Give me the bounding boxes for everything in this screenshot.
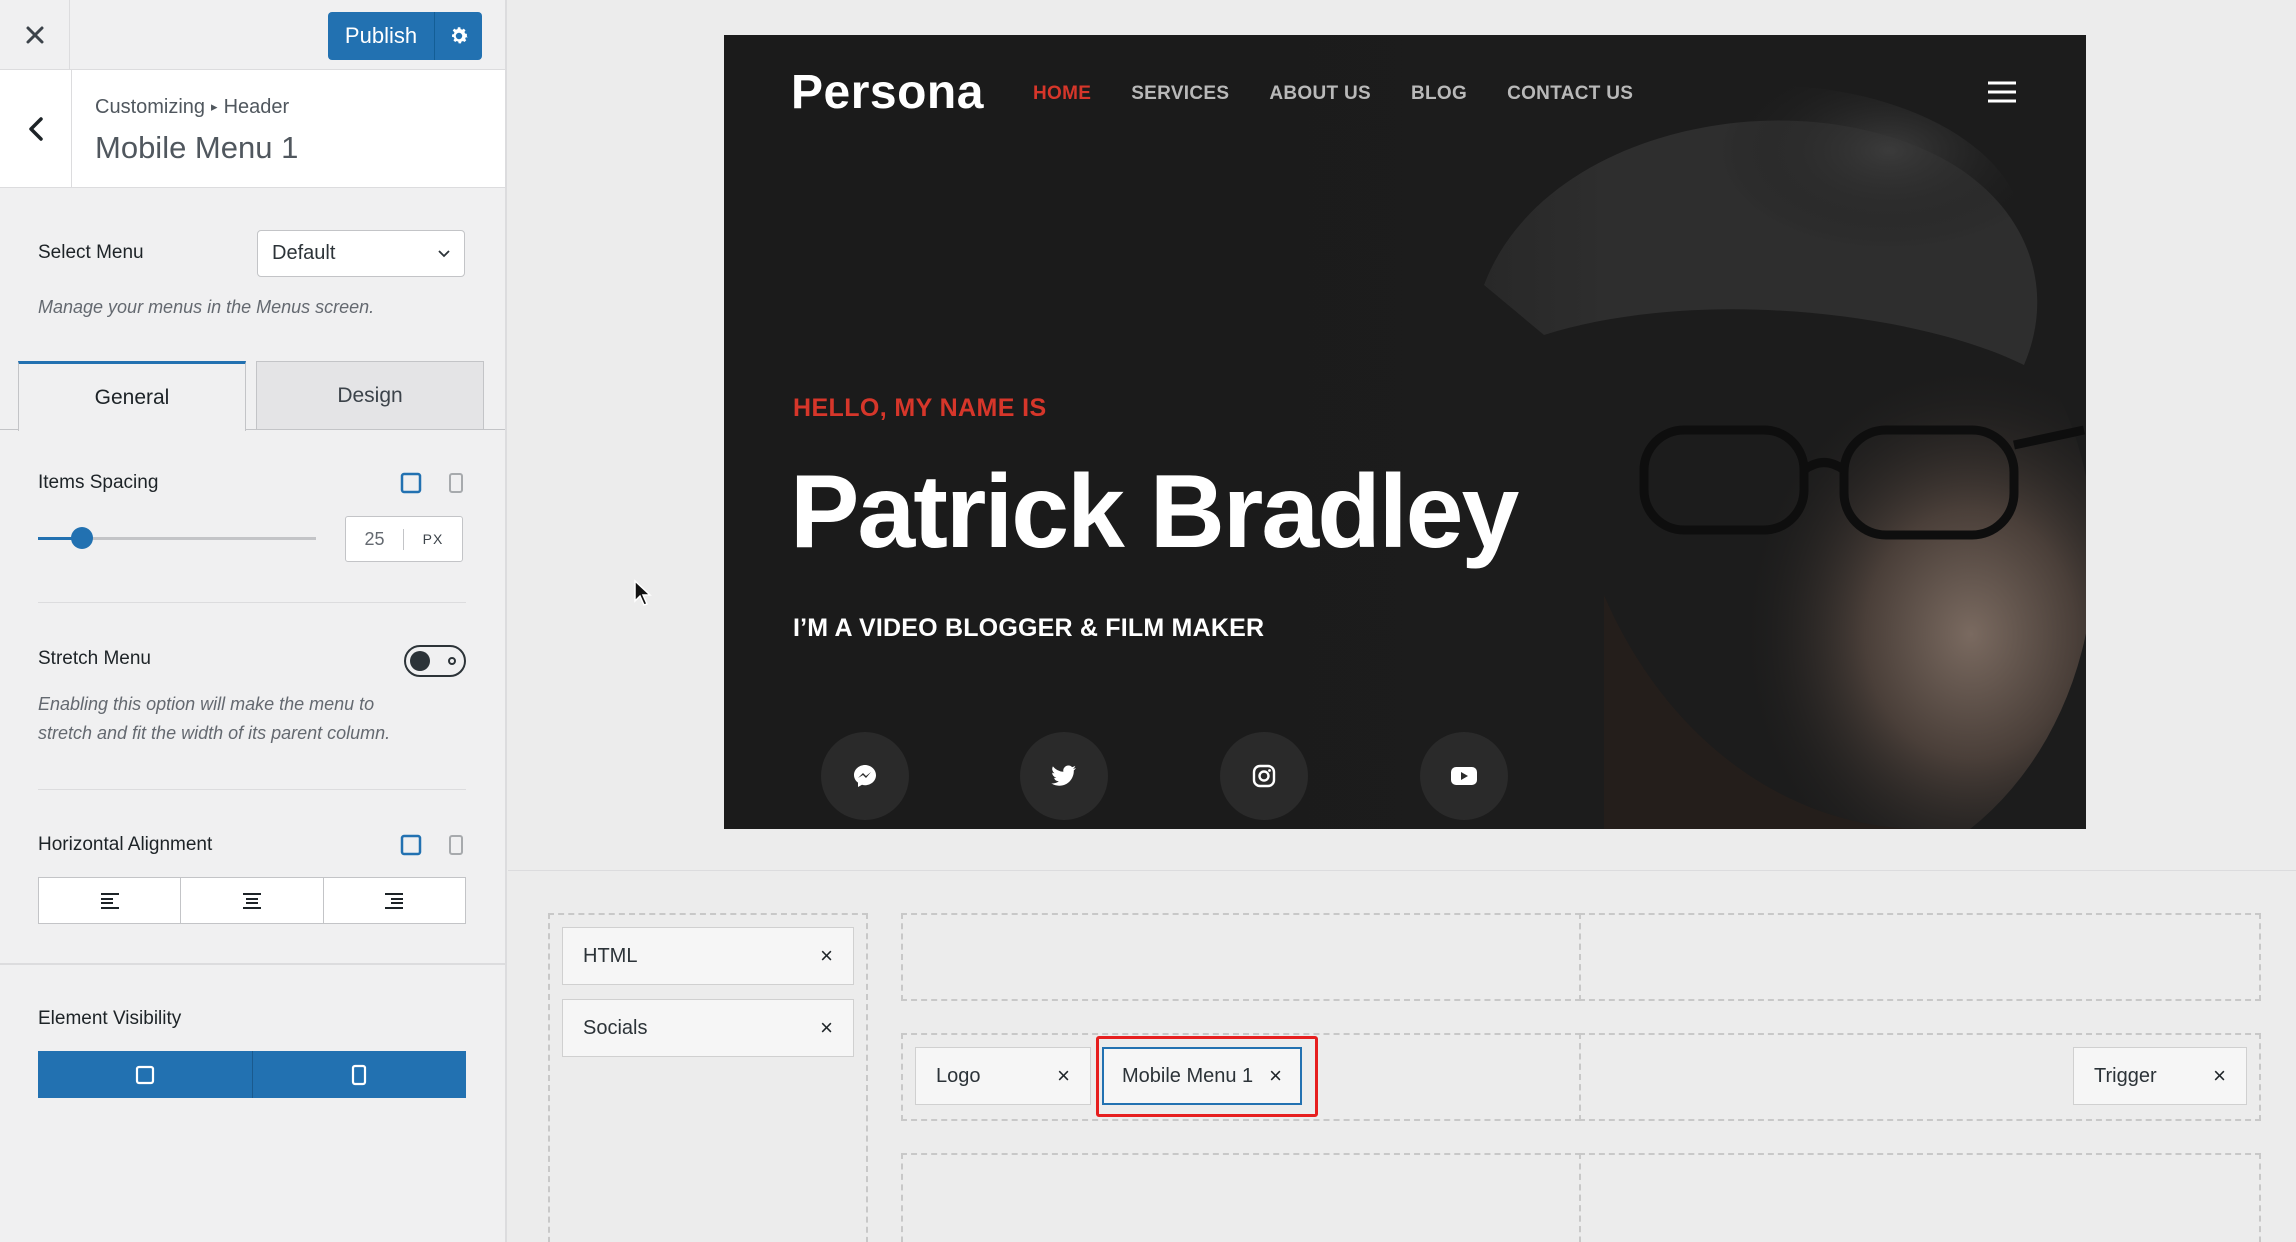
visibility-mobile-button[interactable] — [253, 1051, 467, 1098]
align-center-button[interactable] — [181, 878, 324, 923]
align-right-button[interactable] — [324, 878, 465, 923]
nav-home[interactable]: HOME — [1033, 83, 1091, 105]
builder-row-top-left[interactable] — [901, 913, 1581, 1001]
remove-item-icon[interactable]: × — [2213, 1063, 2226, 1089]
nav-blog[interactable]: BLOG — [1411, 83, 1467, 105]
align-left-icon — [100, 892, 119, 909]
breadcrumb-parent: Customizing — [95, 96, 206, 118]
chevron-down-icon — [438, 249, 450, 257]
close-icon — [26, 26, 43, 44]
header-builder: HTML × Socials × Logo × Mobile Menu 1 × … — [508, 870, 2296, 1242]
publish-settings-button[interactable] — [434, 12, 482, 60]
divider — [38, 789, 466, 790]
close-customizer-button[interactable] — [0, 0, 70, 70]
builder-row-top-right[interactable] — [1579, 913, 2261, 1001]
stretch-menu-desc-line2: stretch and fit the width of its parent … — [38, 723, 391, 743]
hero-subtitle: I’M A VIDEO BLOGGER & FILM MAKER — [793, 614, 1265, 642]
alignment-button-group — [38, 877, 466, 924]
remove-item-icon[interactable]: × — [820, 943, 833, 969]
remove-item-icon[interactable]: × — [820, 1015, 833, 1041]
builder-item-trigger[interactable]: Trigger × — [2073, 1047, 2247, 1105]
stretch-menu-desc-line1: Enabling this option will make the menu … — [38, 694, 375, 714]
youtube-icon — [1451, 767, 1477, 785]
builder-item-label: Trigger — [2094, 1064, 2157, 1087]
element-visibility-label: Element Visibility — [38, 1008, 182, 1029]
builder-item-logo[interactable]: Logo × — [915, 1047, 1091, 1105]
tab-design[interactable]: Design — [256, 361, 484, 430]
instagram-icon — [1252, 764, 1276, 788]
builder-item-label: Logo — [936, 1064, 981, 1087]
select-menu-hint: Manage your menus in the Menus screen. — [38, 297, 375, 317]
hero-name: Patrick Bradley — [790, 454, 1519, 570]
builder-item-html[interactable]: HTML × — [562, 927, 854, 985]
mobile-device-icon[interactable] — [448, 834, 464, 856]
social-twitter[interactable] — [1020, 732, 1108, 820]
stretch-menu-toggle[interactable] — [404, 645, 466, 677]
desktop-device-icon[interactable] — [400, 834, 422, 856]
breadcrumb: Customizing ▸ Header — [95, 96, 289, 119]
mobile-icon — [352, 1064, 367, 1085]
remove-item-icon[interactable]: × — [1057, 1063, 1070, 1089]
stretch-menu-description: Enabling this option will make the menu … — [38, 690, 390, 748]
items-spacing-value[interactable]: 25 — [346, 528, 404, 550]
toggle-off-indicator — [448, 657, 456, 665]
builder-row-bottom-left[interactable] — [901, 1153, 1581, 1242]
hero-portrait-image — [724, 35, 2086, 829]
mobile-device-icon[interactable] — [448, 472, 464, 494]
desktop-device-icon[interactable] — [400, 472, 422, 494]
visibility-desktop-button[interactable] — [38, 1051, 253, 1098]
align-center-icon — [242, 892, 261, 909]
messenger-icon — [854, 765, 876, 787]
section-divider — [0, 963, 505, 965]
visibility-button-group — [38, 1051, 466, 1098]
site-nav: HOME SERVICES ABOUT US BLOG CONTACT US — [1033, 83, 1673, 105]
tab-bar: General Design — [0, 361, 505, 431]
selection-highlight — [1096, 1036, 1318, 1117]
social-instagram[interactable] — [1220, 732, 1308, 820]
horizontal-alignment-label: Horizontal Alignment — [38, 834, 213, 855]
site-preview: Persona HOME SERVICES ABOUT US BLOG CONT… — [724, 35, 2086, 829]
select-menu-label: Select Menu — [38, 242, 144, 263]
divider — [38, 602, 466, 603]
social-youtube[interactable] — [1420, 732, 1508, 820]
toggle-knob — [410, 651, 430, 671]
builder-item-label: HTML — [583, 944, 638, 967]
section-title: Mobile Menu 1 — [95, 130, 299, 165]
mouse-cursor-icon — [634, 579, 652, 606]
items-spacing-unit[interactable]: PX — [404, 531, 462, 547]
breadcrumb-current: Header — [223, 96, 290, 118]
align-right-icon — [385, 892, 404, 909]
gear-icon — [451, 27, 468, 44]
items-spacing-input[interactable]: 25 PX — [345, 516, 463, 562]
tab-general[interactable]: General — [18, 361, 246, 431]
nav-about-us[interactable]: ABOUT US — [1269, 83, 1371, 105]
customizer-sidebar: Publish Customizing ▸ Header Mobile Menu 1… — [0, 0, 507, 1242]
nav-contact-us[interactable]: CONTACT US — [1507, 83, 1633, 105]
hero-kicker: HELLO, MY NAME IS — [793, 394, 1047, 422]
menu-select[interactable]: Default — [257, 230, 465, 277]
social-messenger[interactable] — [821, 732, 909, 820]
nav-services[interactable]: SERVICES — [1131, 83, 1229, 105]
items-spacing-label: Items Spacing — [38, 472, 159, 493]
twitter-icon — [1051, 765, 1076, 786]
desktop-icon — [135, 1065, 154, 1084]
align-left-button[interactable] — [39, 878, 182, 923]
back-button[interactable] — [0, 70, 72, 188]
site-logo[interactable]: Persona — [791, 65, 984, 120]
publish-group: Publish — [328, 12, 482, 60]
customizer-topbar: Publish — [0, 0, 505, 70]
builder-item-socials[interactable]: Socials × — [562, 999, 854, 1057]
stretch-menu-label: Stretch Menu — [38, 648, 151, 669]
breadcrumb-separator: ▸ — [211, 99, 218, 114]
hamburger-menu-icon[interactable] — [1987, 80, 2017, 104]
slider-handle[interactable] — [71, 527, 94, 549]
builder-row-bottom-right[interactable] — [1579, 1153, 2261, 1242]
builder-item-label: Socials — [583, 1016, 648, 1039]
publish-button[interactable]: Publish — [328, 12, 434, 60]
menu-select-value: Default — [272, 242, 336, 264]
chevron-left-icon — [28, 117, 43, 141]
section-header: Customizing ▸ Header Mobile Menu 1 — [0, 70, 505, 188]
